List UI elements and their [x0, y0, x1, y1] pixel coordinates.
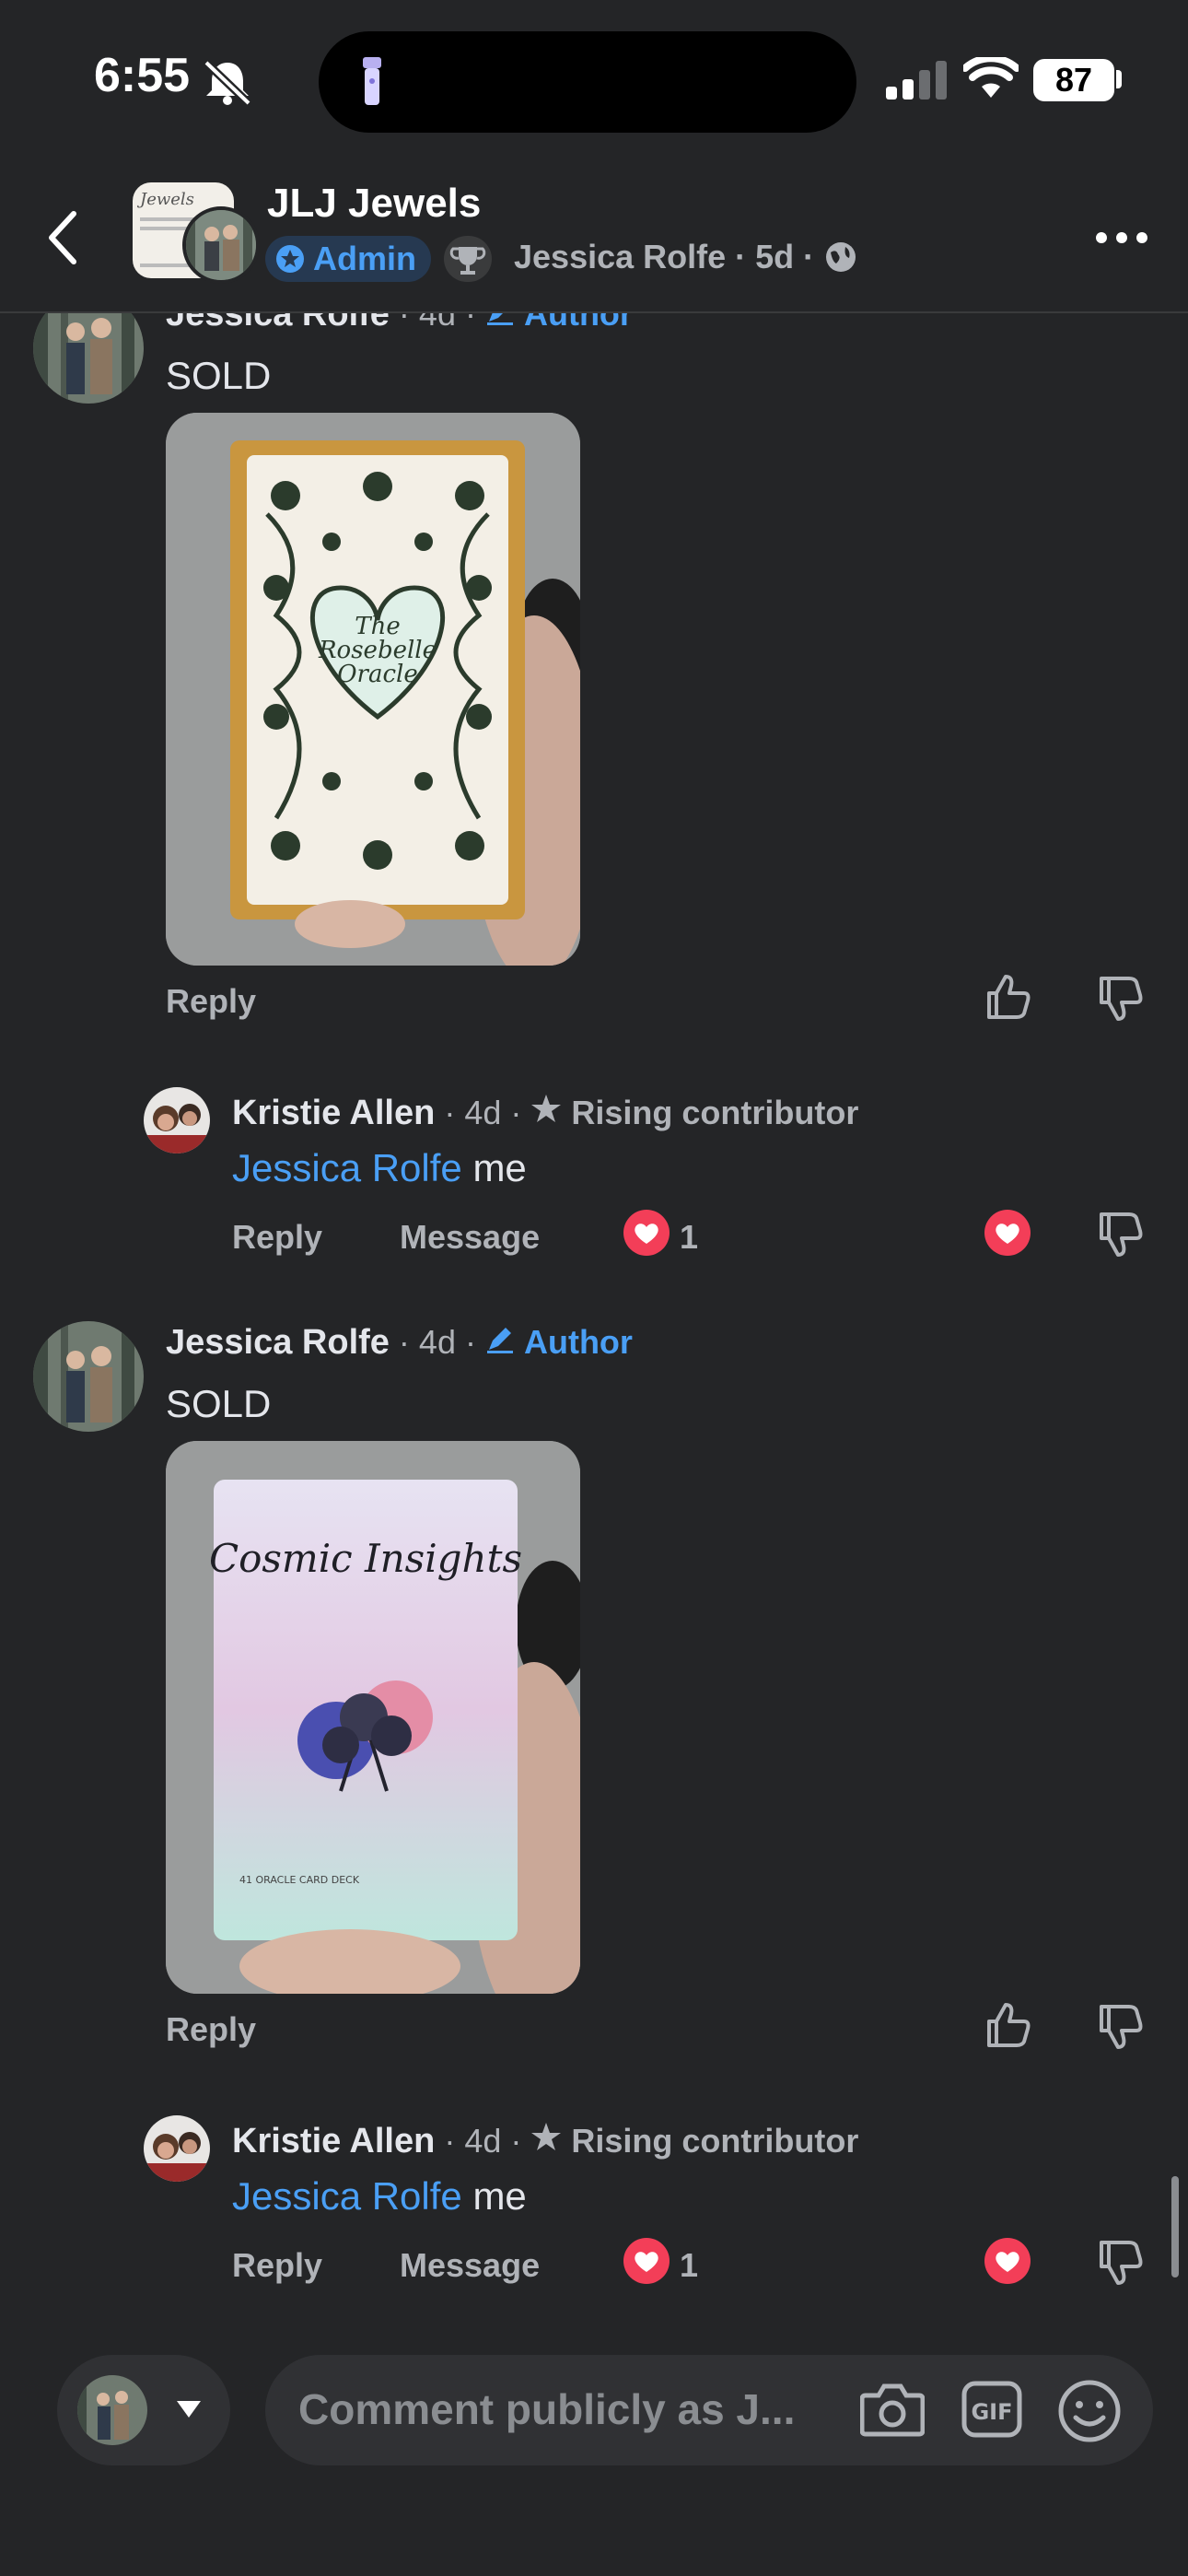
- rosebelle-oracle-image: The Rosebelle Oracle: [166, 413, 580, 966]
- post-author[interactable]: Jessica Rolfe: [514, 238, 726, 276]
- emoji-icon[interactable]: [1057, 2379, 1122, 2443]
- admin-shield-icon: [276, 245, 304, 273]
- mention-link[interactable]: Jessica Rolfe: [232, 2174, 462, 2218]
- comment-text-line: Jessica Rolfe me: [232, 2174, 527, 2219]
- separator-dot: ·: [803, 238, 815, 275]
- composer-avatar: [77, 2375, 147, 2445]
- separator-dot: ·: [510, 2122, 522, 2160]
- camera-icon[interactable]: [860, 2381, 925, 2438]
- comment-photo[interactable]: The Rosebelle Oracle: [166, 413, 580, 966]
- battery-level: 87: [1033, 59, 1114, 101]
- comment-avatar[interactable]: [33, 1321, 144, 1432]
- upvote-icon[interactable]: [984, 2001, 1031, 2049]
- separator-dot: ·: [444, 1094, 456, 1131]
- message-button[interactable]: Message: [400, 1218, 540, 1257]
- comments-list: Jessica Rolfe · 4d · Author SOLD The Ros…: [0, 313, 1188, 2349]
- chevron-down-icon: [177, 2401, 201, 2418]
- reply-button[interactable]: Reply: [166, 982, 256, 1021]
- flashlight-icon: [363, 57, 381, 105]
- comment-age: 4d: [464, 1094, 502, 1131]
- group-title[interactable]: JLJ Jewels: [267, 181, 481, 227]
- svg-text:Jewels: Jewels: [136, 190, 194, 209]
- separator-dot: ·: [735, 238, 747, 275]
- more-options-icon[interactable]: [1094, 227, 1149, 249]
- comment-age: 4d: [418, 1323, 456, 1361]
- status-time: 6:55: [94, 49, 191, 102]
- comment-text: me: [472, 2174, 527, 2218]
- pencil-icon: [486, 1328, 513, 1353]
- star-icon: [531, 2123, 562, 2150]
- image-title: Cosmic Insights: [209, 1536, 522, 1581]
- separator-dot: ·: [398, 1323, 410, 1361]
- reply-button[interactable]: Reply: [232, 1218, 322, 1257]
- reply-button[interactable]: Reply: [166, 2010, 256, 2049]
- reply-button[interactable]: Reply: [232, 2246, 322, 2285]
- image-text-line: Oracle: [337, 661, 418, 688]
- cosmic-insights-image: Cosmic Insights 41 ORACLE CARD DECK: [166, 1441, 580, 1994]
- contributor-badge: Rising contributor: [571, 1094, 859, 1131]
- admin-label: Admin: [313, 240, 416, 277]
- comment-text-line: Jessica Rolfe me: [232, 1146, 527, 1190]
- commenter-name[interactable]: Jessica Rolfe: [166, 1323, 390, 1363]
- wifi-icon: [963, 57, 1019, 98]
- author-badge: Author: [523, 1323, 633, 1361]
- comment-header: Kristie Allen · 4d · Rising contributor: [232, 2121, 858, 2161]
- comment-text: me: [472, 1146, 527, 1189]
- message-button[interactable]: Message: [400, 2246, 540, 2285]
- commenter-name[interactable]: Jessica Rolfe: [166, 313, 390, 334]
- gif-icon[interactable]: GIF: [961, 2381, 1022, 2438]
- identity-switcher[interactable]: [57, 2355, 230, 2465]
- battery-icon: [1116, 70, 1122, 88]
- contributor-badge: Rising contributor: [571, 2122, 859, 2160]
- downvote-icon[interactable]: [1096, 1211, 1144, 1259]
- downvote-icon[interactable]: [1096, 2003, 1144, 2051]
- svg-text:GIF: GIF: [971, 2399, 1012, 2425]
- comment-text: SOLD: [166, 1382, 272, 1425]
- image-subtitle: 41 ORACLE CARD DECK: [239, 1874, 360, 1886]
- trophy-icon: [449, 247, 486, 275]
- back-chevron-icon[interactable]: [44, 208, 81, 267]
- upvote-icon[interactable]: [984, 973, 1031, 1021]
- bell-muted-icon: [203, 59, 252, 105]
- comment-age: 4d: [418, 313, 456, 333]
- comment-header: Kristie Allen · 4d · Rising contributor: [232, 1093, 858, 1133]
- globe-icon: [826, 242, 856, 272]
- signal-icon: [886, 61, 947, 100]
- comment-age: 4d: [464, 2122, 502, 2160]
- post-age[interactable]: 5d: [755, 238, 794, 276]
- separator-dot: ·: [444, 2122, 456, 2160]
- comment-text: SOLD: [166, 354, 272, 397]
- top-contributor-badge[interactable]: [444, 236, 492, 282]
- dynamic-island: [319, 31, 856, 133]
- comment-photo[interactable]: Cosmic Insights 41 ORACLE CARD DECK: [166, 1441, 580, 1994]
- separator-dot: ·: [464, 313, 476, 333]
- separator-dot: ·: [398, 313, 410, 333]
- separator-dot: ·: [510, 1094, 522, 1131]
- comment-avatar[interactable]: [33, 313, 144, 404]
- author-avatar[interactable]: [182, 206, 260, 284]
- commenter-name[interactable]: Kristie Allen: [232, 2122, 435, 2161]
- pencil-icon: [486, 313, 513, 325]
- mention-link[interactable]: Jessica Rolfe: [232, 1146, 462, 1189]
- heart-reaction-icon[interactable]: [623, 1209, 670, 1257]
- commenter-name[interactable]: Kristie Allen: [232, 1094, 435, 1133]
- reaction-count[interactable]: 1: [680, 2246, 698, 2285]
- downvote-icon[interactable]: [1096, 2239, 1144, 2287]
- comment-header: Jessica Rolfe · 4d · Author: [166, 1323, 633, 1363]
- reaction-count[interactable]: 1: [680, 1218, 698, 1257]
- heart-reaction-icon[interactable]: [623, 2237, 670, 2285]
- post-byline: Jessica Rolfe · 5d ·: [514, 238, 858, 276]
- scrollbar[interactable]: [1171, 2176, 1179, 2277]
- comment-header: Jessica Rolfe · 4d · Author: [166, 313, 633, 334]
- separator-dot: ·: [464, 1323, 476, 1361]
- admin-badge[interactable]: Admin: [265, 236, 431, 282]
- comment-avatar[interactable]: [144, 1087, 210, 1153]
- comment-avatar[interactable]: [144, 2115, 210, 2182]
- heart-react-icon[interactable]: [984, 1209, 1031, 1257]
- star-icon: [531, 1095, 562, 1122]
- heart-react-icon[interactable]: [984, 2237, 1031, 2285]
- comment-input-placeholder[interactable]: Comment publicly as J...: [298, 2384, 795, 2434]
- author-badge: Author: [523, 313, 633, 333]
- downvote-icon[interactable]: [1096, 975, 1144, 1023]
